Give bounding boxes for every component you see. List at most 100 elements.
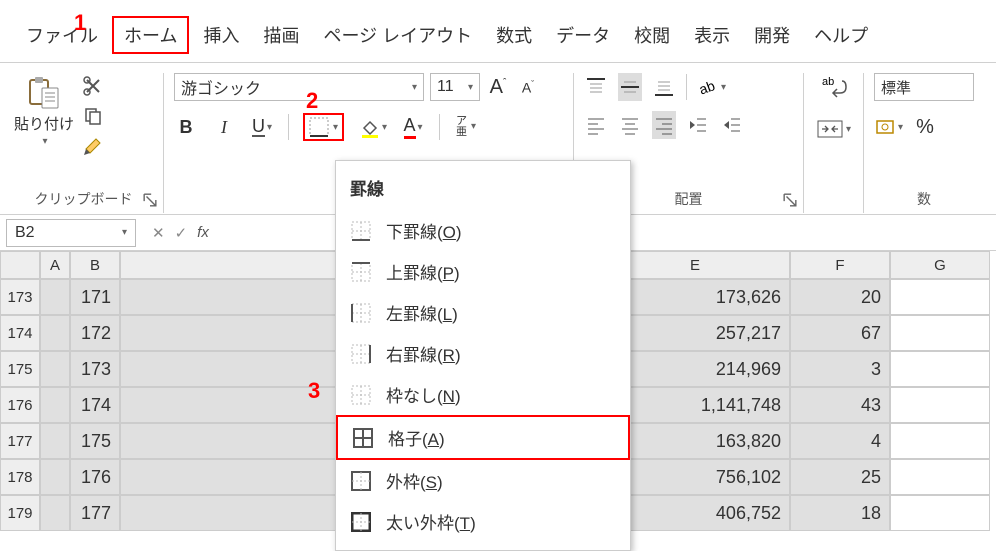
cell[interactable]: 174 — [70, 387, 120, 423]
font-size-select[interactable]: 11 ▾ — [430, 73, 480, 101]
align-right-button[interactable] — [652, 111, 676, 139]
cell[interactable] — [40, 423, 70, 459]
border-menu-item[interactable]: 上罫線(P) — [336, 251, 630, 292]
paste-button[interactable] — [24, 73, 64, 111]
align-left-button[interactable] — [584, 111, 608, 139]
cell[interactable] — [890, 459, 990, 495]
cell[interactable]: 172 — [70, 315, 120, 351]
fill-color-button[interactable]: ▾ — [358, 113, 387, 141]
cut-button[interactable] — [82, 75, 104, 97]
tab-draw[interactable]: 描画 — [253, 18, 309, 52]
cell[interactable]: 25 — [790, 459, 890, 495]
clipboard-dialog-launcher[interactable] — [143, 193, 157, 207]
cell[interactable]: 173 — [70, 351, 120, 387]
tab-formula[interactable]: 数式 — [486, 18, 542, 52]
decrease-indent-button[interactable] — [686, 111, 710, 139]
cell[interactable] — [40, 279, 70, 315]
name-box[interactable]: B2 ▾ — [6, 219, 136, 247]
currency-button[interactable]: ▾ — [874, 113, 903, 141]
border-menu-item[interactable]: 枠なし(N) — [336, 374, 630, 415]
row-header[interactable]: 175 — [0, 351, 40, 387]
borders-button[interactable]: ▾ — [303, 113, 344, 141]
paste-dropdown-caret[interactable]: ▾ — [42, 136, 47, 147]
select-all-corner[interactable] — [0, 251, 40, 279]
border-menu-item[interactable]: 下罫線(O) — [336, 210, 630, 251]
copy-button[interactable] — [82, 105, 104, 127]
tab-review[interactable]: 校閲 — [624, 18, 680, 52]
row-header[interactable]: 178 — [0, 459, 40, 495]
tab-layout[interactable]: ページ レイアウト — [313, 18, 482, 52]
format-painter-button[interactable] — [82, 135, 104, 157]
cell[interactable]: 43 — [790, 387, 890, 423]
col-header-G[interactable]: G — [890, 251, 990, 279]
align-center-button[interactable] — [618, 111, 642, 139]
font-color-button[interactable]: A▾ — [401, 113, 425, 141]
merge-cells-button[interactable]: ▾ — [816, 115, 851, 143]
decrease-font-button[interactable]: Aˇ — [516, 73, 540, 101]
tab-file[interactable]: ファイル — [16, 18, 108, 52]
align-middle-button[interactable] — [618, 73, 642, 101]
italic-button[interactable]: I — [212, 113, 236, 141]
increase-font-button[interactable]: Aˆ — [486, 73, 510, 101]
menu-item-label: 枠なし(N) — [386, 382, 461, 407]
number-format-select[interactable]: 標準 — [874, 73, 974, 101]
cell[interactable] — [890, 495, 990, 531]
tab-data[interactable]: データ — [546, 18, 620, 52]
percent-button[interactable]: % — [913, 113, 937, 141]
font-name-select[interactable]: 游ゴシック ▾ — [174, 73, 424, 101]
underline-button[interactable]: U▾ — [250, 113, 274, 141]
cancel-formula-icon[interactable]: ✕ — [152, 224, 165, 242]
cell[interactable]: 67 — [790, 315, 890, 351]
ribbon-tabs: ファイル ホーム 挿入 描画 ページ レイアウト 数式 データ 校閲 表示 開発… — [0, 0, 996, 63]
orientation-button[interactable]: ab▾ — [697, 73, 726, 101]
menu-item-label: 下罫線(O) — [386, 218, 462, 243]
align-top-button[interactable] — [584, 73, 608, 101]
cell[interactable]: 3 — [790, 351, 890, 387]
border-menu-item[interactable]: 太い外枠(T) — [336, 501, 630, 542]
col-header-B[interactable]: B — [70, 251, 120, 279]
cell[interactable] — [890, 315, 990, 351]
row-header[interactable]: 179 — [0, 495, 40, 531]
wrap-text-button[interactable]: ab — [820, 73, 848, 101]
cell[interactable]: 177 — [70, 495, 120, 531]
cell[interactable]: 175 — [70, 423, 120, 459]
increase-indent-button[interactable] — [720, 111, 744, 139]
cell[interactable] — [40, 351, 70, 387]
fx-icon[interactable]: fx — [197, 224, 209, 241]
cell[interactable] — [890, 279, 990, 315]
tab-view[interactable]: 表示 — [684, 18, 740, 52]
cell[interactable]: 176 — [70, 459, 120, 495]
row-header[interactable]: 174 — [0, 315, 40, 351]
row-header[interactable]: 176 — [0, 387, 40, 423]
col-header-F[interactable]: F — [790, 251, 890, 279]
align-bottom-button[interactable] — [652, 73, 676, 101]
col-header-A[interactable]: A — [40, 251, 70, 279]
cell[interactable]: 18 — [790, 495, 890, 531]
cell[interactable] — [40, 387, 70, 423]
cell[interactable] — [890, 351, 990, 387]
marker-2: 2 — [306, 88, 318, 114]
tab-insert[interactable]: 挿入 — [193, 18, 249, 52]
row-header[interactable]: 173 — [0, 279, 40, 315]
tab-help[interactable]: ヘルプ — [804, 18, 878, 52]
cell[interactable]: 20 — [790, 279, 890, 315]
cell[interactable] — [40, 315, 70, 351]
border-menu-item[interactable]: 外枠(S) — [336, 460, 630, 501]
cell[interactable] — [40, 459, 70, 495]
row-header[interactable]: 177 — [0, 423, 40, 459]
cell[interactable] — [890, 423, 990, 459]
cell[interactable]: 4 — [790, 423, 890, 459]
border-type-icon — [350, 511, 372, 533]
bold-button[interactable]: B — [174, 113, 198, 141]
cell[interactable]: 171 — [70, 279, 120, 315]
cell[interactable] — [40, 495, 70, 531]
border-menu-item[interactable]: 左罫線(L) — [336, 292, 630, 333]
tab-home[interactable]: ホーム — [112, 16, 189, 54]
enter-formula-icon[interactable]: ✓ — [175, 224, 188, 242]
cell[interactable] — [890, 387, 990, 423]
border-menu-item[interactable]: 格子(A) — [336, 415, 630, 460]
ruby-button[interactable]: ア亜▾ — [454, 113, 478, 141]
border-menu-item[interactable]: 右罫線(R) — [336, 333, 630, 374]
alignment-dialog-launcher[interactable] — [783, 193, 797, 207]
tab-dev[interactable]: 開発 — [744, 18, 800, 52]
